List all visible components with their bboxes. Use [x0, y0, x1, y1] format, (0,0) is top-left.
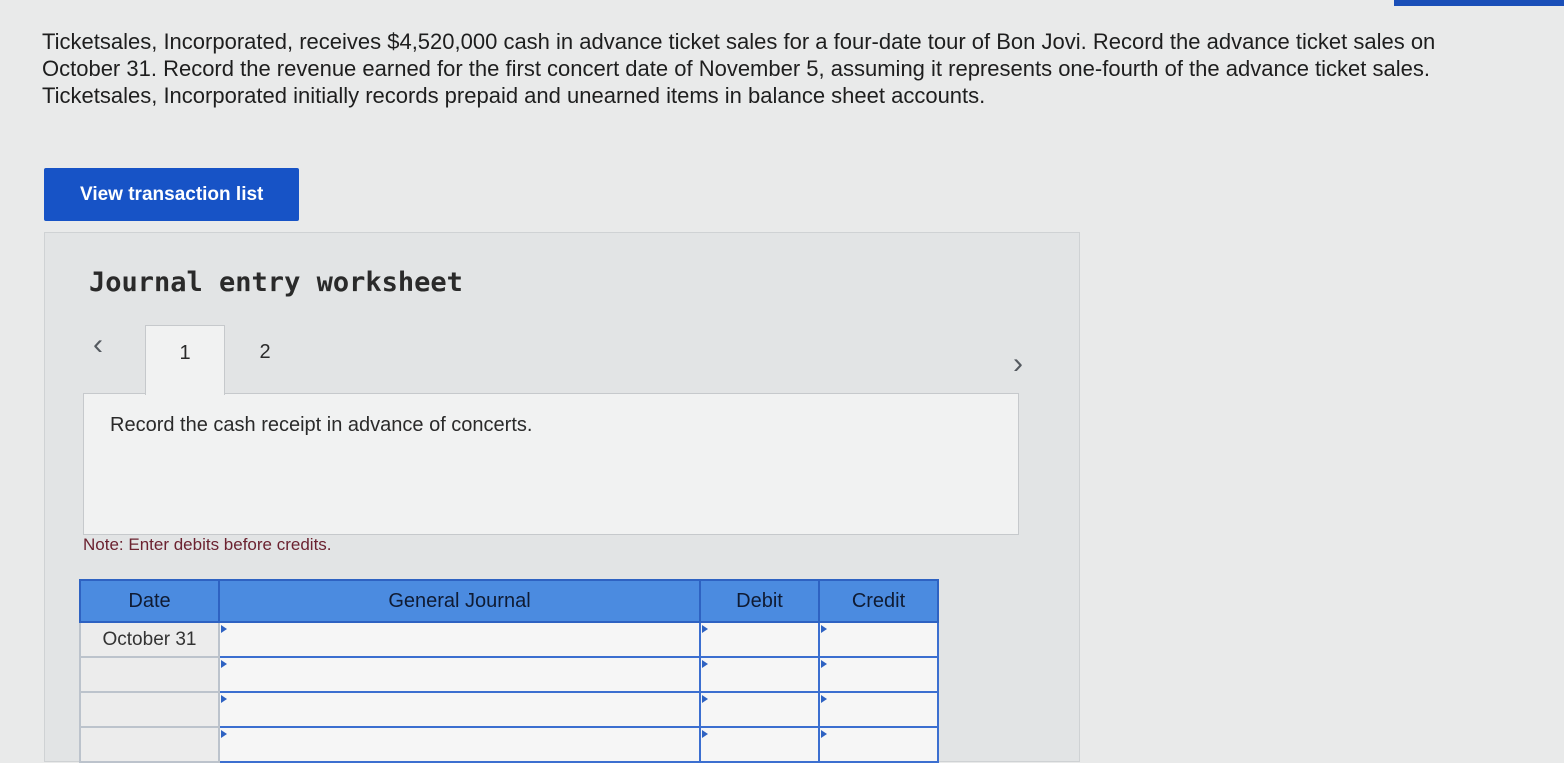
- question-text: Ticketsales, Incorporated, receives $4,5…: [42, 29, 1436, 108]
- credit-input[interactable]: [820, 728, 937, 761]
- debit-input[interactable]: [701, 728, 818, 761]
- general-journal-input[interactable]: [220, 658, 699, 691]
- instruction-text: Record the cash receipt in advance of co…: [110, 414, 533, 436]
- tab-1[interactable]: 1: [145, 325, 225, 395]
- journal-table: Date General Journal Debit Credit Octobe…: [79, 579, 939, 763]
- credit-cell[interactable]: [818, 621, 939, 658]
- general-journal-input[interactable]: [220, 623, 699, 656]
- general-journal-cell[interactable]: [218, 691, 701, 728]
- header-general-journal: General Journal: [218, 579, 701, 623]
- general-journal-cell[interactable]: [218, 726, 701, 763]
- table-row: [79, 691, 939, 728]
- tab-2[interactable]: 2: [241, 341, 289, 364]
- table-row: [79, 726, 939, 763]
- general-journal-cell[interactable]: [218, 656, 701, 693]
- credit-input[interactable]: [820, 693, 937, 726]
- view-transaction-list-button[interactable]: View transaction list: [44, 168, 299, 221]
- credit-cell[interactable]: [818, 691, 939, 728]
- date-cell[interactable]: October 31: [79, 621, 220, 658]
- header-date: Date: [79, 579, 220, 623]
- table-row: [79, 656, 939, 693]
- date-cell[interactable]: [79, 656, 220, 693]
- journal-entry-worksheet: Journal entry worksheet ‹ › 1 2 Record t…: [44, 232, 1080, 763]
- debit-cell[interactable]: [699, 726, 820, 763]
- header-debit: Debit: [699, 579, 820, 623]
- chevron-left-icon[interactable]: ‹: [93, 330, 103, 360]
- date-cell[interactable]: [79, 691, 220, 728]
- top-accent-bar: [1394, 0, 1564, 6]
- credit-cell[interactable]: [818, 726, 939, 763]
- general-journal-input[interactable]: [220, 693, 699, 726]
- date-cell[interactable]: [79, 726, 220, 763]
- general-journal-input[interactable]: [220, 728, 699, 761]
- debit-cell[interactable]: [699, 691, 820, 728]
- debit-input[interactable]: [701, 693, 818, 726]
- journal-header-row: Date General Journal Debit Credit: [79, 579, 939, 623]
- debit-input[interactable]: [701, 623, 818, 656]
- debit-input[interactable]: [701, 658, 818, 691]
- chevron-right-icon[interactable]: ›: [1013, 349, 1023, 379]
- debit-cell[interactable]: [699, 656, 820, 693]
- note-text: Note: Enter debits before credits.: [83, 535, 332, 554]
- header-credit: Credit: [818, 579, 939, 623]
- credit-input[interactable]: [820, 658, 937, 691]
- worksheet-title: Journal entry worksheet: [89, 267, 463, 298]
- credit-input[interactable]: [820, 623, 937, 656]
- instruction-box: Record the cash receipt in advance of co…: [83, 393, 1019, 535]
- credit-cell[interactable]: [818, 656, 939, 693]
- debit-cell[interactable]: [699, 621, 820, 658]
- table-row: October 31: [79, 621, 939, 658]
- general-journal-cell[interactable]: [218, 621, 701, 658]
